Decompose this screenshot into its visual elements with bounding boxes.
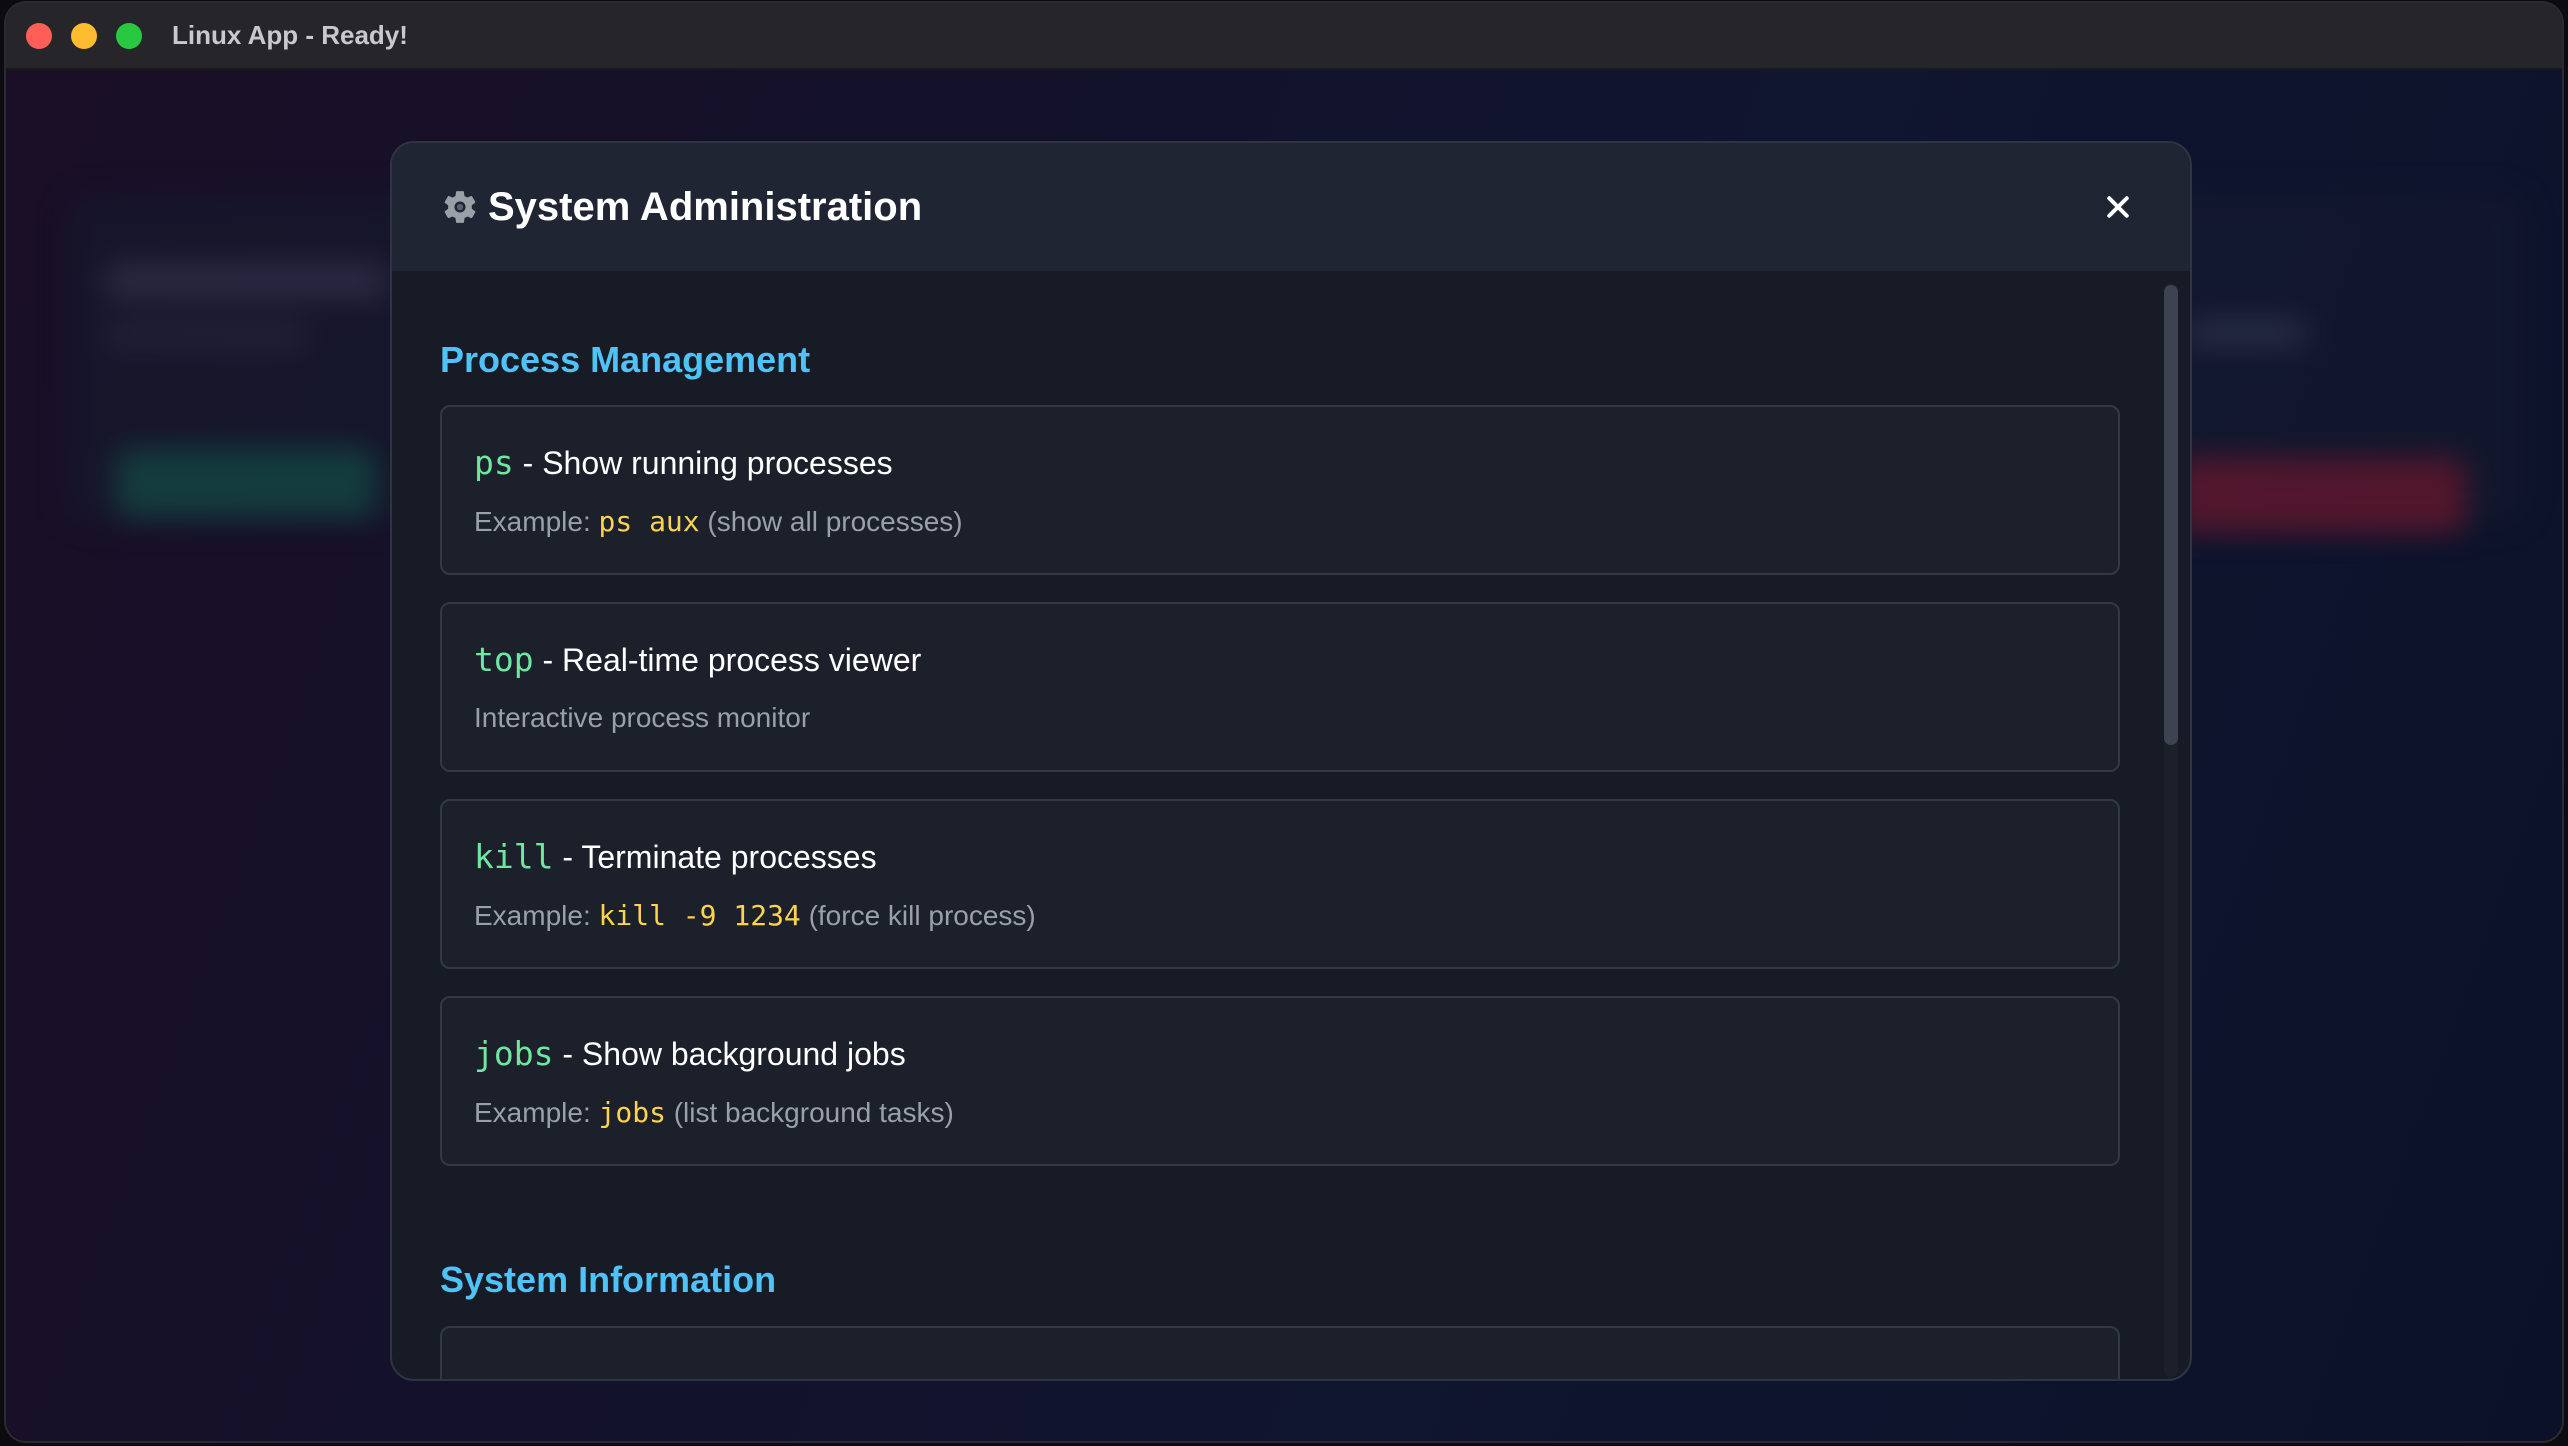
command-separator: - [533,642,563,678]
example-prefix: Example: [474,506,599,537]
window-title: Linux App - Ready! [172,20,408,50]
command-card-ps: ps - Show running processes Example: ps … [440,405,2120,575]
example-suffix: (force kill process) [800,900,1036,931]
command-line: kill - Terminate processes [474,837,877,876]
command-card-top: top - Real-time process viewer Interacti… [440,602,2120,772]
command-name: ps [474,443,514,482]
command-name: jobs [474,1034,554,1073]
example-code: kill -9 1234 [598,899,801,932]
command-line: ps - Show running processes [474,443,893,482]
example-prefix: Example: [474,900,599,931]
close-window-button[interactable] [26,22,52,49]
modal-title: System Administration [488,184,923,229]
command-card-partial [440,1326,2120,1379]
command-example: Example: kill -9 1234 (force kill proces… [474,899,1036,932]
command-line: top - Real-time process viewer [474,640,921,679]
command-example: Example: ps aux (show all processes) [474,505,963,538]
scrollbar-thumb[interactable] [2164,285,2178,745]
command-separator: - [553,1036,582,1072]
modal-header: System Administration [392,143,2190,271]
section-title-system-information: System Information [440,1259,777,1300]
command-description: Show background jobs [581,1036,906,1072]
command-separator: - [553,839,582,875]
command-name: top [474,640,534,679]
command-description: Real-time process viewer [562,642,922,678]
command-description: Terminate processes [581,839,877,875]
command-card-jobs: jobs - Show background jobs Example: job… [440,996,2120,1166]
system-administration-modal: System Administration Process Management… [390,141,2192,1381]
command-example: Example: jobs (list background tasks) [474,1096,954,1129]
window-controls [26,22,142,49]
command-line: jobs - Show background jobs [474,1034,906,1073]
modal-scroll-area[interactable]: Process Management ps - Show running pro… [392,271,2190,1379]
example-code: jobs [598,1096,666,1129]
close-icon[interactable] [2098,187,2138,227]
app-window: Linux App - Ready! System Administration [6,3,2562,1441]
example-code: ps aux [598,505,700,538]
command-description: Show running processes [542,445,893,481]
example-suffix: (show all processes) [699,506,963,537]
maximize-window-button[interactable] [116,22,142,49]
example-suffix: (list background tasks) [665,1097,954,1128]
section-title-process-management: Process Management [440,339,811,380]
command-note: Interactive process monitor [474,702,811,733]
command-separator: - [513,445,543,481]
command-name: kill [474,837,554,876]
example-prefix: Example: [474,1097,599,1128]
gear-icon [440,187,480,227]
title-bar: Linux App - Ready! [6,3,2562,70]
command-card-kill: kill - Terminate processes Example: kill… [440,799,2120,969]
minimize-window-button[interactable] [71,22,97,49]
